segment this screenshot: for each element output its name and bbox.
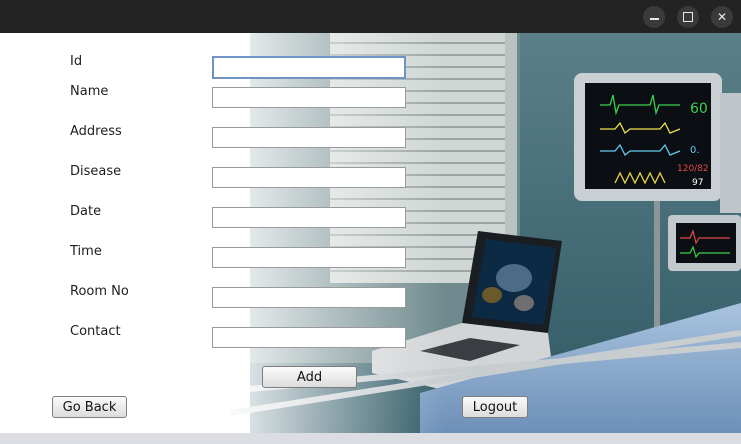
address-field[interactable] (212, 127, 406, 148)
address-label: Address (70, 124, 122, 139)
time-field[interactable] (212, 247, 406, 268)
name-field[interactable] (212, 87, 406, 108)
disease-label: Disease (70, 164, 122, 179)
go-back-button[interactable]: Go Back (52, 396, 127, 418)
room-no-field[interactable] (212, 287, 406, 308)
time-label: Time (70, 244, 102, 259)
room-no-label: Room No (70, 284, 129, 299)
close-button[interactable]: ✕ (711, 6, 733, 28)
date-field[interactable] (212, 207, 406, 228)
minimize-button[interactable] (643, 6, 665, 28)
date-label: Date (70, 204, 102, 219)
title-bar: ✕ (0, 0, 741, 33)
maximize-button[interactable] (677, 6, 699, 28)
name-label: Name (70, 84, 109, 99)
bottom-strip (0, 433, 741, 444)
contact-label: Contact (70, 324, 121, 339)
minimize-icon (649, 17, 659, 20)
logout-button[interactable]: Logout (462, 396, 528, 418)
add-button[interactable]: Add (262, 366, 357, 388)
maximize-icon (683, 12, 693, 22)
id-label: Id (70, 54, 83, 69)
disease-field[interactable] (212, 167, 406, 188)
content-area: 60 0. 120/82 97 Id Name Address Disea (0, 33, 741, 433)
close-icon: ✕ (716, 10, 728, 24)
id-field[interactable] (212, 56, 406, 79)
contact-field[interactable] (212, 327, 406, 348)
